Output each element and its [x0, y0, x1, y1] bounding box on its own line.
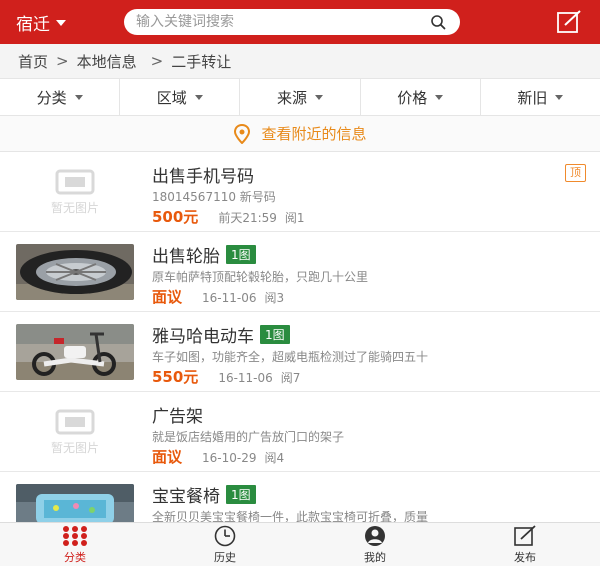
- item-reads: 阅1: [284, 211, 305, 225]
- tab-history[interactable]: 历史: [150, 523, 300, 566]
- image-placeholder-icon: [55, 169, 95, 194]
- filter-label: 来源: [277, 88, 308, 107]
- image-count-badge: 1图: [226, 245, 256, 264]
- item-title: 宝宝餐椅: [152, 487, 220, 507]
- item-desc: 就是饭店结婚用的广告放门口的架子: [152, 430, 345, 444]
- item-thumbnail: [16, 484, 134, 522]
- compose-icon: [514, 524, 536, 546]
- filter-condition[interactable]: 新旧: [481, 79, 600, 115]
- item-thumbnail: [16, 324, 134, 380]
- breadcrumb-local-info[interactable]: 本地信息: [77, 51, 137, 72]
- list-item[interactable]: 出售轮胎 1图 原车帕萨特顶配轮毂轮胎，只跑几十公里 面议 16-11-06 阅…: [0, 232, 600, 312]
- filter-label: 价格: [397, 88, 428, 107]
- nearby-label: 查看附近的信息: [261, 125, 367, 143]
- city-selector[interactable]: 宿迁: [16, 10, 66, 35]
- top-bar: 宿迁: [0, 0, 600, 44]
- item-desc: 18014567110 新号码: [152, 190, 276, 204]
- edit-icon[interactable]: [556, 9, 582, 35]
- list-item[interactable]: 雅马哈电动车 1图 车子如图，功能齐全，超威电瓶检测过了能骑四五十 550元 1…: [0, 312, 600, 392]
- location-pin-icon: [234, 123, 251, 144]
- filter-label: 新旧: [517, 88, 548, 107]
- breadcrumb: 首页 > 本地信息 > 二手转让: [0, 44, 600, 78]
- caret-down-icon: [74, 94, 83, 100]
- search-icon[interactable]: [430, 14, 446, 30]
- placeholder-text: 暂无图片: [50, 440, 99, 455]
- item-price: 面议: [152, 288, 183, 306]
- item-price: 面议: [152, 448, 183, 466]
- listing-list: 暂无图片 出售手机号码 18014567110 新号码 500元 前天21:59…: [0, 152, 600, 522]
- item-reads: 阅7: [280, 371, 301, 385]
- search-input[interactable]: [136, 14, 416, 30]
- filter-bar: 分类 区域 来源 价格 新旧: [0, 78, 600, 116]
- item-reads: 阅4: [264, 451, 285, 465]
- breadcrumb-separator: >: [56, 52, 69, 70]
- tab-label: 发布: [514, 550, 536, 564]
- item-desc: 原车帕萨特顶配轮毂轮胎，只跑几十公里: [152, 270, 369, 284]
- filter-source[interactable]: 来源: [240, 79, 361, 115]
- item-price: 550元: [152, 368, 199, 386]
- filter-price[interactable]: 价格: [361, 79, 481, 115]
- tab-mine[interactable]: 我的: [300, 523, 450, 566]
- image-count-badge: 1图: [260, 325, 290, 344]
- list-item[interactable]: 暂无图片 出售手机号码 18014567110 新号码 500元 前天21:59…: [0, 152, 600, 232]
- user-icon: [365, 525, 385, 546]
- filter-category[interactable]: 分类: [0, 79, 121, 115]
- search-box[interactable]: [124, 9, 460, 35]
- clock-icon: [214, 525, 236, 546]
- bottom-tab-bar: 分类 历史 我的 发布: [0, 522, 600, 566]
- breadcrumb-separator: >: [150, 52, 164, 70]
- tab-label: 分类: [64, 550, 86, 564]
- no-image-placeholder: 暂无图片: [16, 404, 134, 460]
- item-time: 前天21:59: [218, 211, 277, 225]
- list-item[interactable]: 暂无图片 广告架 就是饭店结婚用的广告放门口的架子 面议 16-10-29 阅4: [0, 392, 600, 472]
- item-title: 出售手机号码: [152, 167, 254, 187]
- caret-down-icon: [56, 20, 66, 26]
- tab-label: 我的: [364, 550, 386, 564]
- item-title: 雅马哈电动车: [152, 327, 254, 347]
- item-time: 16-10-29: [202, 451, 257, 465]
- breadcrumb-secondhand[interactable]: 二手转让: [171, 51, 231, 72]
- grid-dots-icon: [63, 525, 87, 546]
- breadcrumb-home[interactable]: 首页: [18, 51, 48, 72]
- item-desc: 全新贝贝美宝宝餐椅一件，此款宝宝椅可折叠，质量: [152, 510, 429, 522]
- item-desc: 车子如图，功能齐全，超威电瓶检测过了能骑四五十: [152, 350, 429, 364]
- tab-category[interactable]: 分类: [0, 523, 150, 566]
- image-placeholder-icon: [55, 409, 95, 434]
- item-price: 500元: [152, 208, 199, 226]
- filter-area[interactable]: 区域: [120, 79, 241, 115]
- item-thumbnail: [16, 244, 134, 300]
- nearby-info-link[interactable]: 查看附近的信息: [0, 116, 600, 152]
- filter-label: 分类: [36, 88, 67, 107]
- city-label: 宿迁: [16, 14, 50, 35]
- item-title: 出售轮胎: [152, 247, 220, 267]
- filter-label: 区域: [156, 88, 187, 107]
- caret-down-icon: [194, 94, 203, 100]
- item-title: 广告架: [152, 407, 203, 427]
- item-time: 16-11-06: [218, 371, 273, 385]
- placeholder-text: 暂无图片: [50, 200, 99, 215]
- top-badge: 顶: [565, 164, 586, 182]
- caret-down-icon: [315, 94, 324, 100]
- no-image-placeholder: 暂无图片: [16, 164, 134, 220]
- tab-label: 历史: [214, 550, 236, 564]
- caret-down-icon: [435, 94, 444, 100]
- list-item[interactable]: 宝宝餐椅 1图 全新贝贝美宝宝餐椅一件，此款宝宝椅可折叠，质量: [0, 472, 600, 522]
- image-count-badge: 1图: [226, 485, 256, 504]
- item-time: 16-11-06: [202, 291, 257, 305]
- tab-publish[interactable]: 发布: [450, 523, 600, 566]
- caret-down-icon: [555, 94, 564, 100]
- item-reads: 阅3: [264, 291, 285, 305]
